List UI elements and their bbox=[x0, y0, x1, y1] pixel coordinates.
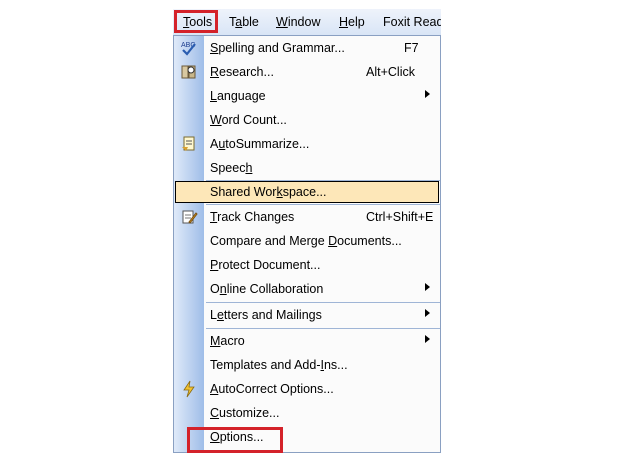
submenu-arrow-icon bbox=[425, 283, 430, 291]
lightning-icon bbox=[180, 380, 198, 398]
menu-item-compare-merge[interactable]: Compare and Merge Documents... bbox=[174, 229, 440, 253]
menu-table[interactable]: Table bbox=[229, 14, 259, 30]
menu-item-templates-addins[interactable]: Templates and Add-Ins... bbox=[174, 353, 440, 377]
tools-dropdown-menu: ABC Spelling and Grammar... F7 Research.… bbox=[173, 35, 441, 453]
menu-foxit-reader[interactable]: Foxit Reader bbox=[383, 14, 441, 30]
menu-item-speech[interactable]: Speech bbox=[174, 156, 440, 180]
menu-item-letters-mailings[interactable]: Letters and Mailings bbox=[174, 303, 440, 327]
menu-item-autosummarize[interactable]: AutoSummarize... bbox=[174, 132, 440, 156]
menu-window[interactable]: Window bbox=[276, 14, 320, 30]
menu-item-word-count[interactable]: Word Count... bbox=[174, 108, 440, 132]
tools-annotation-box bbox=[174, 10, 218, 33]
menu-item-autocorrect-options[interactable]: AutoCorrect Options... bbox=[174, 377, 440, 401]
submenu-arrow-icon bbox=[425, 309, 430, 317]
research-icon bbox=[180, 63, 198, 81]
menu-item-spelling-grammar[interactable]: ABC Spelling and Grammar... F7 bbox=[174, 36, 440, 60]
menu-item-customize[interactable]: Customize... bbox=[174, 401, 440, 425]
spelling-icon: ABC bbox=[180, 39, 198, 57]
track-changes-icon bbox=[180, 208, 198, 226]
menu-item-research[interactable]: Research... Alt+Click bbox=[174, 60, 440, 84]
submenu-arrow-icon bbox=[425, 335, 430, 343]
menu-item-protect-document[interactable]: Protect Document... bbox=[174, 253, 440, 277]
submenu-arrow-icon bbox=[425, 90, 430, 98]
menu-item-macro[interactable]: Macro bbox=[174, 329, 440, 353]
menu-item-language[interactable]: Language bbox=[174, 84, 440, 108]
menu-item-shared-workspace[interactable]: Shared Workspace... bbox=[174, 180, 440, 204]
menu-help[interactable]: Help bbox=[339, 14, 365, 30]
menu-item-track-changes[interactable]: Track Changes Ctrl+Shift+E bbox=[174, 205, 440, 229]
menu-item-online-collaboration[interactable]: Online Collaboration bbox=[174, 277, 440, 301]
options-annotation-box bbox=[187, 427, 283, 453]
autosummarize-icon bbox=[180, 135, 198, 153]
